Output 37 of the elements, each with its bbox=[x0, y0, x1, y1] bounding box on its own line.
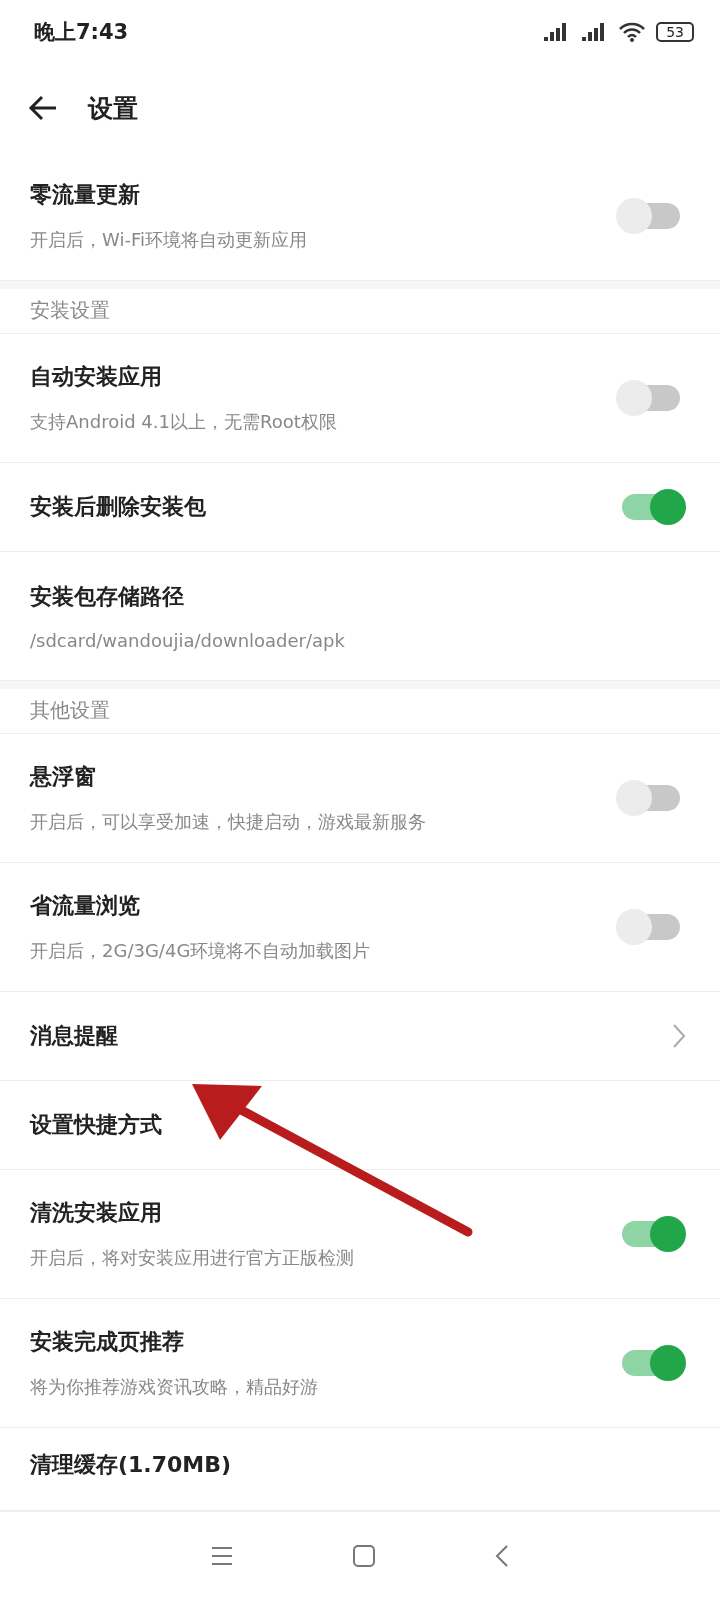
setting-description: 开启后，2G/3G/4G环境将不自动加载图片 bbox=[30, 939, 371, 963]
status-time: 晚上7:43 bbox=[34, 19, 129, 46]
wifi-icon bbox=[618, 21, 647, 43]
settings-row[interactable]: 安装后删除安装包 bbox=[0, 463, 720, 552]
setting-title: 安装完成页推荐 bbox=[30, 1328, 185, 1356]
setting-title: 零流量更新 bbox=[30, 181, 141, 209]
setting-description: 开启后，将对安装应用进行官方正版检测 bbox=[30, 1246, 354, 1270]
setting-title: 消息提醒 bbox=[30, 1022, 118, 1050]
setting-title: 安装包存储路径 bbox=[30, 582, 185, 611]
setting-title: 安装后删除安装包 bbox=[30, 493, 206, 521]
page-title: 设置 bbox=[88, 92, 138, 125]
settings-row[interactable]: 自动安装应用 支持Android 4.1以上，无需Root权限 bbox=[0, 334, 720, 463]
settings-row[interactable]: 省流量浏览 开启后，2G/3G/4G环境将不自动加载图片 bbox=[0, 863, 720, 992]
section-header: 安装设置 bbox=[30, 297, 110, 325]
setting-title: 悬浮窗 bbox=[30, 763, 97, 791]
settings-row[interactable]: 清洗安装应用 开启后，将对安装应用进行官方正版检测 bbox=[0, 1170, 720, 1299]
setting-description: 开启后，Wi-Fi环境将自动更新应用 bbox=[30, 228, 307, 252]
setting-title: 省流量浏览 bbox=[30, 892, 141, 920]
chevron-right-icon bbox=[672, 1023, 686, 1049]
setting-title: 自动安装应用 bbox=[30, 363, 163, 391]
back-icon[interactable] bbox=[495, 1544, 509, 1568]
menu-icon[interactable] bbox=[211, 1546, 233, 1566]
setting-title: 清洗安装应用 bbox=[30, 1199, 163, 1227]
settings-row[interactable]: 安装完成页推荐 将为你推荐游戏资讯攻略，精品好游 bbox=[0, 1299, 720, 1428]
settings-row[interactable]: 悬浮窗 开启后，可以享受加速，快捷启动，游戏最新服务 bbox=[0, 734, 720, 863]
back-arrow-icon[interactable] bbox=[28, 95, 58, 121]
setting-description: 支持Android 4.1以上，无需Root权限 bbox=[30, 410, 337, 434]
setting-title: 设置快捷方式 bbox=[30, 1111, 162, 1139]
setting-description: 开启后，可以享受加速，快捷启动，游戏最新服务 bbox=[30, 810, 426, 834]
section-header: 其他设置 bbox=[30, 697, 110, 725]
settings-row[interactable]: 清理缓存(1.70MB) bbox=[0, 1428, 720, 1511]
settings-row[interactable]: 消息提醒 bbox=[0, 992, 720, 1081]
setting-description: 将为你推荐游戏资讯攻略，精品好游 bbox=[30, 1375, 318, 1399]
setting-title: 清理缓存(1.70MB) bbox=[30, 1451, 232, 1479]
home-icon[interactable] bbox=[353, 1545, 375, 1567]
battery-level: 53 bbox=[656, 22, 694, 42]
setting-description: /sdcard/wandoujia/downloader/apk bbox=[30, 629, 345, 651]
